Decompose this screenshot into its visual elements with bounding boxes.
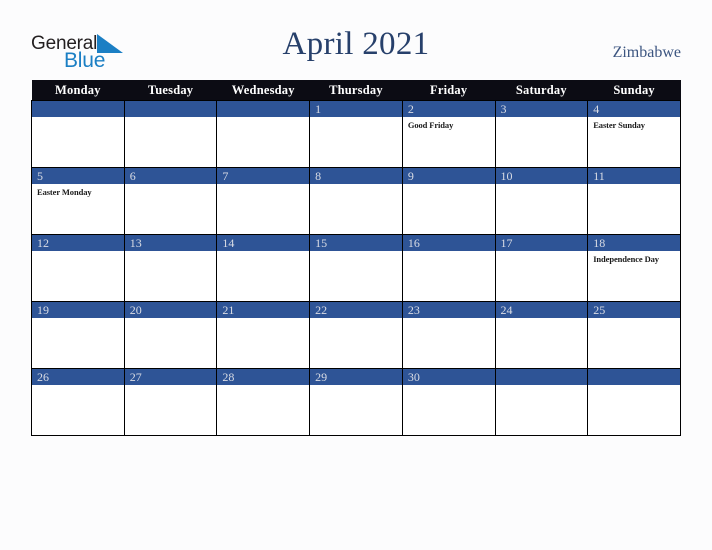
weekday-header-tuesday: Tuesday	[124, 80, 217, 101]
calendar-day-cell[interactable]: 7	[216, 167, 311, 235]
calendar-day-cell[interactable]: 17	[494, 234, 589, 302]
day-number: 17	[495, 235, 588, 251]
calendar-day-cell[interactable]: 3	[494, 100, 589, 168]
day-number: 4	[588, 101, 680, 117]
calendar-day-cell[interactable]: 14	[216, 234, 311, 302]
calendar-day-cell[interactable]: 21	[216, 301, 311, 369]
calendar-week-row: 19 20 21 22 23 24 25	[31, 301, 681, 369]
day-number: 30	[402, 369, 495, 385]
calendar-day-cell[interactable]: 5 Easter Monday	[31, 167, 125, 235]
calendar-day-cell[interactable]: 27	[123, 368, 218, 436]
calendar-day-cell[interactable]: 4 Easter Sunday	[587, 100, 681, 168]
calendar-day-cell[interactable]: 26	[31, 368, 125, 436]
page-header: General Blue April 2021 Zimbabwe	[0, 0, 712, 78]
day-number: 24	[495, 302, 588, 318]
day-number: 13	[124, 235, 217, 251]
calendar-day-cell[interactable]: 16	[401, 234, 496, 302]
day-number: 1	[310, 101, 402, 117]
day-number	[124, 101, 217, 117]
day-number: 6	[124, 168, 217, 184]
day-number	[495, 369, 588, 385]
calendar-empty-cell	[494, 368, 589, 436]
weekday-header-monday: Monday	[31, 80, 125, 101]
day-number: 11	[588, 168, 680, 184]
day-number	[588, 369, 680, 385]
day-number: 2	[402, 101, 495, 117]
calendar-day-cell[interactable]: 30	[401, 368, 496, 436]
day-number: 5	[32, 168, 124, 184]
day-number: 16	[402, 235, 495, 251]
day-number: 21	[217, 302, 310, 318]
day-number: 9	[402, 168, 495, 184]
holiday-label: Independence Day	[593, 254, 659, 264]
day-number: 18	[588, 235, 680, 251]
day-number: 23	[402, 302, 495, 318]
weekday-header-friday: Friday	[402, 80, 496, 101]
country-label: Zimbabwe	[612, 44, 681, 61]
day-number: 8	[310, 168, 402, 184]
weekday-header-thursday: Thursday	[309, 80, 403, 101]
day-number: 12	[32, 235, 124, 251]
calendar-day-cell[interactable]: 25	[587, 301, 681, 369]
calendar-empty-cell	[587, 368, 681, 436]
calendar-day-cell[interactable]: 18 Independence Day	[587, 234, 681, 302]
calendar-day-cell[interactable]: 29	[309, 368, 403, 436]
day-number: 22	[310, 302, 402, 318]
day-number: 7	[217, 168, 310, 184]
day-number	[32, 101, 124, 117]
calendar-week-row: 5 Easter Monday 6 7 8 9 10 11	[31, 167, 681, 235]
calendar-week-row: 12 13 14 15 16 17 18 Independence Day	[31, 234, 681, 302]
calendar-day-cell[interactable]: 13	[123, 234, 218, 302]
day-number: 14	[217, 235, 310, 251]
calendar-page: General Blue April 2021 Zimbabwe Monday …	[0, 0, 712, 550]
day-number: 29	[310, 369, 402, 385]
calendar-day-cell[interactable]: 8	[309, 167, 403, 235]
calendar-empty-cell	[216, 100, 311, 168]
calendar-day-cell[interactable]: 11	[587, 167, 681, 235]
day-number: 28	[217, 369, 310, 385]
weekday-header-sunday: Sunday	[587, 80, 681, 101]
day-number: 19	[32, 302, 124, 318]
holiday-label: Easter Sunday	[593, 120, 645, 130]
calendar-week-row: 1 2 Good Friday 3 4 Easter Sunday	[31, 100, 681, 168]
calendar-day-cell[interactable]: 2 Good Friday	[401, 100, 496, 168]
calendar-body: 1 2 Good Friday 3 4 Easter Sunday 5 Easter Mond…	[31, 100, 681, 436]
calendar-day-cell[interactable]: 23	[401, 301, 496, 369]
calendar-empty-cell	[31, 100, 125, 168]
holiday-label: Easter Monday	[37, 187, 92, 197]
calendar-day-cell[interactable]: 28	[216, 368, 311, 436]
day-number: 26	[32, 369, 124, 385]
day-number: 27	[124, 369, 217, 385]
calendar-header-row: Monday Tuesday Wednesday Thursday Friday…	[31, 80, 681, 101]
weekday-header-saturday: Saturday	[495, 80, 588, 101]
weekday-header-row: Monday Tuesday Wednesday Thursday Friday…	[31, 80, 681, 101]
calendar-empty-cell	[123, 100, 218, 168]
calendar-day-cell[interactable]: 1	[309, 100, 403, 168]
holiday-label: Good Friday	[407, 120, 454, 130]
calendar-week-row: 26 27 28 29 30	[31, 368, 681, 436]
calendar-day-cell[interactable]: 9	[401, 167, 496, 235]
day-number: 20	[124, 302, 217, 318]
calendar-day-cell[interactable]: 22	[309, 301, 403, 369]
day-number: 15	[310, 235, 402, 251]
day-number	[217, 101, 310, 117]
day-number: 10	[495, 168, 588, 184]
weekday-header-wednesday: Wednesday	[216, 80, 310, 101]
calendar-grid: Monday Tuesday Wednesday Thursday Friday…	[31, 80, 681, 436]
calendar-day-cell[interactable]: 12	[31, 234, 125, 302]
calendar-day-cell[interactable]: 20	[123, 301, 218, 369]
calendar-day-cell[interactable]: 19	[31, 301, 125, 369]
calendar-day-cell[interactable]: 15	[309, 234, 403, 302]
calendar-day-cell[interactable]: 6	[123, 167, 218, 235]
calendar-day-cell[interactable]: 24	[494, 301, 589, 369]
calendar-day-cell[interactable]: 10	[494, 167, 589, 235]
page-title: April 2021	[282, 26, 430, 62]
day-number: 25	[588, 302, 680, 318]
day-number: 3	[495, 101, 588, 117]
